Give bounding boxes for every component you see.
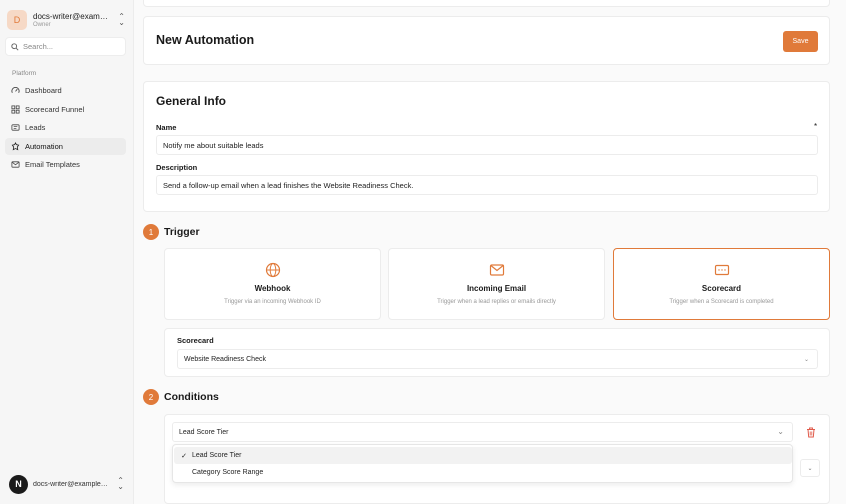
scorecard-icon xyxy=(714,264,729,276)
dropdown-option-label: Lead Score Tier xyxy=(192,452,242,459)
page-header: New Automation Save xyxy=(143,16,830,65)
search-icon xyxy=(11,42,19,51)
name-field[interactable] xyxy=(156,135,818,155)
user-avatar: N xyxy=(9,474,28,494)
leads-icon xyxy=(11,124,20,131)
sidebar-item-leads[interactable]: Leads xyxy=(5,119,126,137)
trigger-option-title: Incoming Email xyxy=(466,284,527,293)
funnel-icon xyxy=(11,105,20,114)
dropdown-option-category-score-range[interactable]: Category Score Range xyxy=(174,464,792,481)
trigger-option-desc: Trigger via an incoming Webhook ID xyxy=(224,299,321,305)
gauge-icon xyxy=(11,87,20,94)
dropdown-option-label: Category Score Range xyxy=(192,469,264,476)
description-field[interactable] xyxy=(156,175,818,195)
sidebar-item-label: Automation xyxy=(25,141,63,151)
page-title: New Automation xyxy=(156,33,255,47)
search-box[interactable] xyxy=(5,37,126,56)
scorecard-label: Scorecard xyxy=(177,336,214,345)
trigger-option-incoming-email[interactable]: Incoming Email Trigger when a lead repli… xyxy=(388,248,605,320)
sidebar-item-label: Scorecard Funnel xyxy=(25,104,85,114)
sidebar-item-email-templates[interactable]: Email Templates xyxy=(5,156,126,174)
required-mark: * xyxy=(814,122,818,131)
sidebar-item-scorecard-funnel[interactable]: Scorecard Funnel xyxy=(5,101,126,119)
sidebar-item-dashboard[interactable]: Dashboard xyxy=(5,82,126,100)
trigger-option-desc: Trigger when a lead replies or emails di… xyxy=(437,299,556,305)
sidebar-nav: Dashboard Scorecard Funnel Leads Automat… xyxy=(5,82,126,175)
sidebar: D docs-writer@example.com Owner ⌃⌄ Platf… xyxy=(0,0,134,504)
chevron-down-icon: ⌄ xyxy=(777,427,784,436)
section-label-platform: Platform xyxy=(12,70,37,77)
save-button[interactable]: Save xyxy=(783,31,818,52)
condition-value-dropdown-button[interactable]: ⌄ xyxy=(800,459,820,477)
trigger-option-webhook[interactable]: Webhook Trigger via an incoming Webhook … xyxy=(164,248,381,320)
chevron-up-down-icon: ⌃ ⌄ xyxy=(117,476,124,491)
account-role: Owner xyxy=(33,22,51,28)
name-label: Name xyxy=(156,123,177,132)
trigger-option-desc: Trigger when a Scorecard is completed xyxy=(669,299,774,305)
condition-field-select[interactable]: Lead Score Tier ⌄ xyxy=(172,422,793,442)
globe-icon xyxy=(265,262,280,278)
conditions-title: Conditions xyxy=(164,391,219,403)
step-badge-trigger: 1 xyxy=(143,224,159,240)
scorecard-select-value: Website Readiness Check xyxy=(184,355,266,363)
trigger-option-title: Scorecard xyxy=(701,284,742,293)
chevron-down-icon: ⌄ xyxy=(807,465,813,472)
dropdown-option-lead-score-tier[interactable]: ✓ Lead Score Tier xyxy=(174,447,792,464)
sidebar-item-label: Leads xyxy=(25,123,46,133)
mail-icon xyxy=(11,161,20,168)
sidebar-item-label: Email Templates xyxy=(25,160,80,170)
trash-icon[interactable] xyxy=(806,427,816,438)
condition-field-dropdown: ✓ Lead Score Tier Category Score Range xyxy=(172,444,793,483)
account-avatar: D xyxy=(7,10,27,30)
scorecard-select[interactable]: Website Readiness Check ⌄ xyxy=(177,349,818,369)
account-switcher[interactable]: D docs-writer@example.com Owner ⌃⌄ xyxy=(7,8,125,32)
sidebar-item-automation[interactable]: Automation xyxy=(5,137,126,155)
account-email: docs-writer@example.com xyxy=(33,12,109,21)
automation-icon xyxy=(11,141,20,151)
chevron-up-down-icon: ⌃ ⌄ xyxy=(118,12,125,27)
search-input[interactable] xyxy=(23,42,118,51)
condition-select-value: Lead Score Tier xyxy=(179,428,229,436)
trigger-option-scorecard[interactable]: Scorecard Trigger when a Scorecard is co… xyxy=(613,248,830,320)
step-badge-conditions: 2 xyxy=(143,389,159,405)
description-label: Description xyxy=(156,163,198,172)
trigger-option-title: Webhook xyxy=(254,284,291,293)
top-strip xyxy=(143,0,830,7)
check-icon: ✓ xyxy=(181,452,187,460)
general-info-title: General Info xyxy=(156,94,227,108)
sidebar-item-label: Dashboard xyxy=(25,86,62,96)
user-email: docs-writer@example.com xyxy=(33,480,109,488)
scorecard-select-card: Scorecard Website Readiness Check ⌄ xyxy=(164,328,830,377)
general-info-card: General Info Name * Description xyxy=(143,81,830,212)
chevron-down-icon: ⌄ xyxy=(803,357,809,363)
user-menu[interactable]: N docs-writer@example.com ⌃ ⌄ xyxy=(9,474,124,494)
trigger-title: Trigger xyxy=(164,226,200,238)
mail-icon xyxy=(489,264,504,276)
